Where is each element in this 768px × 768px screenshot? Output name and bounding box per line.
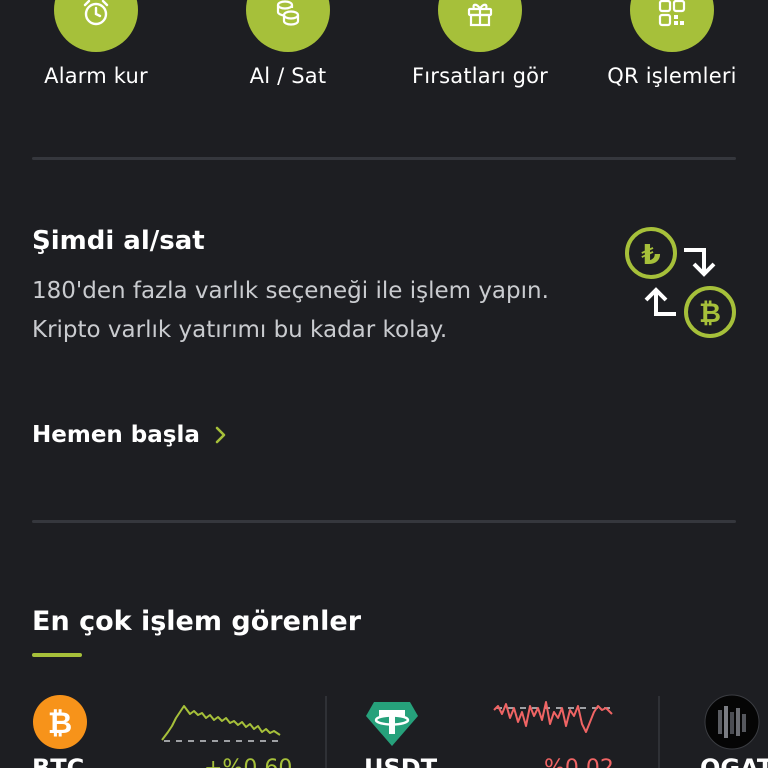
divider <box>32 157 736 160</box>
svg-text:₺: ₺ <box>641 238 660 271</box>
coin-symbol: OGAT <box>700 754 768 768</box>
qr-action-circle[interactable] <box>630 0 714 52</box>
most-traded-title: En çok işlem görenler <box>32 606 362 637</box>
chevron-right-icon <box>215 426 226 444</box>
coin-change: +%0,60 <box>204 756 292 768</box>
tether-logo-icon <box>366 702 418 746</box>
promo-description: 180'den fazla varlık seçeneği ile işlem … <box>32 278 549 343</box>
coin-card-btc[interactable]: ₿ BTC +%0,60 <box>32 690 322 768</box>
lira-bitcoin-swap-icon: ₺ ₿ <box>625 227 736 338</box>
coin-card-usdt[interactable]: USDT -%0,02 <box>364 690 654 768</box>
card-separator <box>658 696 660 768</box>
buy-sell-action-button[interactable]: Al / Sat <box>192 0 384 100</box>
qr-action-button[interactable]: QR işlemleri <box>576 0 768 100</box>
card-separator <box>325 696 327 768</box>
qr-code-icon <box>658 0 686 27</box>
ogat-logo-icon <box>704 694 760 750</box>
usdt-sparkline <box>493 701 613 733</box>
promo-cta-label: Hemen başla <box>32 422 200 448</box>
gift-icon <box>467 3 493 27</box>
coin-symbol: USDT <box>364 754 438 768</box>
svg-text:₿: ₿ <box>699 298 721 329</box>
alarm-action-button[interactable]: Alarm kur <box>0 0 192 100</box>
coin-change: -%0,02 <box>536 756 614 768</box>
promo-cta-link[interactable]: Hemen başla <box>32 422 228 448</box>
alarm-action-circle[interactable] <box>54 0 138 52</box>
opportunities-action-button[interactable]: Fırsatları gör <box>384 0 576 100</box>
bitcoin-logo-icon: ₿ <box>33 695 87 749</box>
quick-actions: Alarm kur Al / Sat Fırsatları gör QR işl… <box>0 0 768 110</box>
opportunities-action-label: Fırsatları gör <box>411 64 549 88</box>
qr-action-label: QR işlemleri <box>607 64 737 88</box>
buy-sell-action-circle[interactable] <box>246 0 330 52</box>
section-title-underline <box>32 653 82 657</box>
coins-stack-icon <box>276 0 300 26</box>
promo-title: Şimdi al/sat <box>32 226 205 256</box>
opportunities-action-circle[interactable] <box>438 0 522 52</box>
svg-text:₿: ₿ <box>48 706 72 741</box>
btc-sparkline <box>161 705 281 742</box>
coin-card-ogat[interactable]: OGAT <box>696 690 768 768</box>
alarm-action-label: Alarm kur <box>44 64 148 88</box>
alarm-clock-icon <box>83 0 109 26</box>
buy-sell-action-label: Al / Sat <box>249 64 327 88</box>
divider <box>32 520 736 523</box>
coin-symbol: BTC <box>32 754 85 768</box>
home-screen: Alarm kur Al / Sat Fırsatları gör QR işl… <box>0 0 768 768</box>
